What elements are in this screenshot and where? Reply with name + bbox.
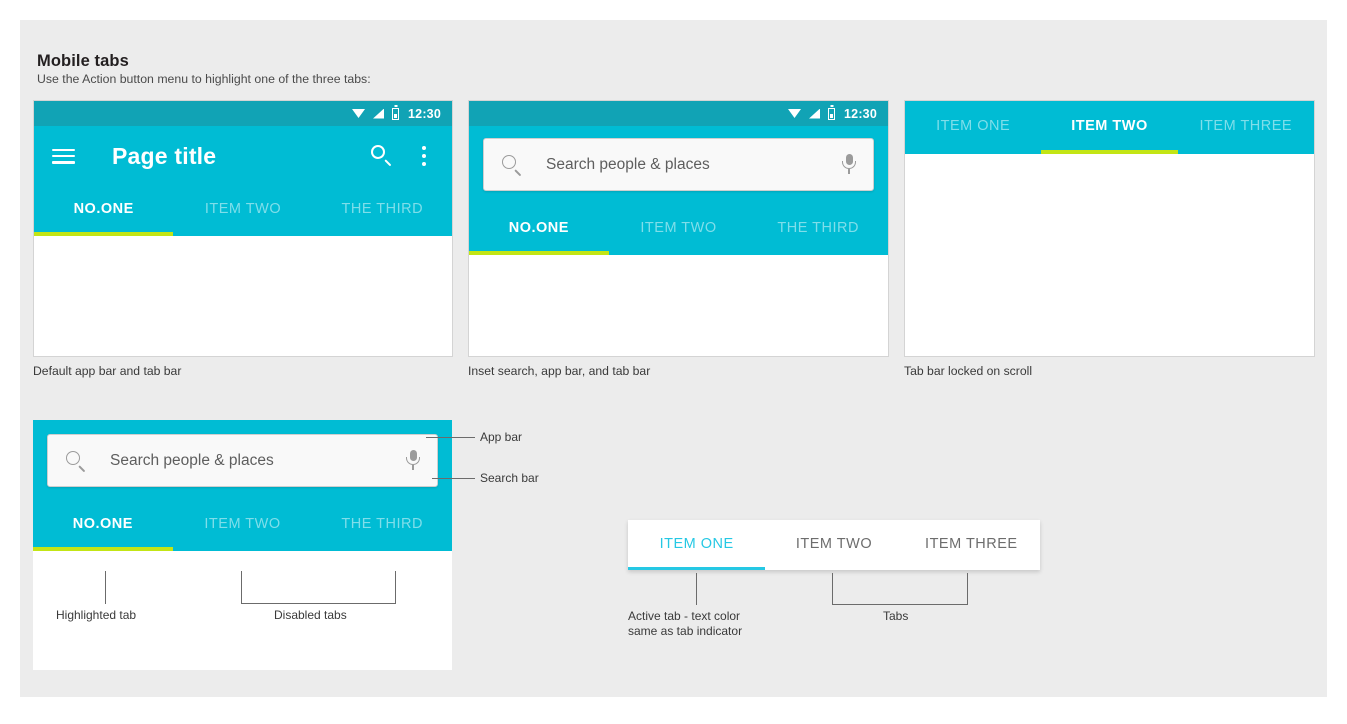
- app-bar-top-space: [33, 420, 452, 430]
- tab-no-one[interactable]: NO.ONE: [34, 186, 173, 232]
- leader-line-search-bar: [432, 478, 475, 479]
- tab-bar: NO.ONE ITEM TWO THE THIRD: [33, 501, 452, 547]
- app-bar: ITEM ONE ITEM TWO ITEM THREE: [905, 101, 1314, 154]
- microphone-icon[interactable]: [841, 153, 857, 176]
- tab-item-two[interactable]: ITEM TWO: [1041, 101, 1177, 150]
- caption-mockup-3: Tab bar locked on scroll: [904, 364, 1033, 378]
- tab-indicator-empty: [1178, 150, 1314, 154]
- app-bar-row: Page title: [34, 126, 452, 186]
- tab-item-one[interactable]: ITEM ONE: [628, 520, 765, 567]
- tab-no-one[interactable]: NO.ONE: [469, 205, 609, 251]
- status-bar-icons: [352, 107, 400, 120]
- callout-active-tab-line1: Active tab - text color: [628, 609, 741, 623]
- tab-indicator-row: [469, 251, 888, 255]
- mockup-default-app-bar: 12:30 Page title NO.ONE ITEM TWO THE THI…: [33, 100, 453, 357]
- tab-the-third[interactable]: THE THIRD: [312, 501, 452, 547]
- tab-item-two[interactable]: ITEM TWO: [609, 205, 749, 251]
- search-bar[interactable]: Search people & places: [483, 138, 874, 191]
- battery-icon: [392, 107, 400, 120]
- microphone-icon[interactable]: [405, 449, 421, 472]
- tab-indicator-empty: [173, 547, 313, 551]
- callout-highlighted-tab: Highlighted tab: [56, 608, 137, 622]
- callout-active-tab: Active tab - text color same as tab indi…: [628, 609, 742, 639]
- tab-indicator-row: [628, 567, 1040, 570]
- app-bar-title: Page title: [112, 142, 217, 169]
- tab-item-two[interactable]: ITEM TWO: [173, 501, 313, 547]
- search-icon[interactable]: [368, 143, 394, 169]
- search-bar-wrapper: Search people & places: [33, 430, 452, 501]
- bracket-tabs: [832, 573, 968, 605]
- tab-indicator-row: [34, 232, 452, 236]
- mockup-inset-search: 12:30 Search people & places NO.ONE ITEM…: [468, 100, 889, 357]
- search-bar-wrapper: Search people & places: [469, 126, 888, 205]
- status-bar-icons: [788, 107, 836, 120]
- tab-bar: ITEM ONE ITEM TWO ITEM THREE: [628, 520, 1040, 567]
- more-vert-icon[interactable]: [414, 144, 434, 168]
- content-panel: Mobile tabs Use the Action button menu t…: [20, 20, 1327, 697]
- tab-the-third[interactable]: THE THIRD: [748, 205, 888, 251]
- tab-indicator-empty: [312, 547, 452, 551]
- tab-indicator-row: [905, 150, 1314, 154]
- tab-indicator-empty: [748, 251, 888, 255]
- callout-tabs: Tabs: [883, 609, 909, 623]
- signal-icon: [809, 108, 821, 119]
- tab-indicator-empty: [903, 567, 1040, 570]
- caption-mockup-1: Default app bar and tab bar: [33, 364, 182, 378]
- tab-indicator-empty: [313, 232, 452, 236]
- tab-indicator-active: [33, 547, 173, 551]
- app-bar: Search people & places NO.ONE ITEM TWO T…: [33, 420, 452, 551]
- mockup-white-tab-bar: ITEM ONE ITEM TWO ITEM THREE: [628, 520, 1040, 570]
- search-bar[interactable]: Search people & places: [47, 434, 438, 487]
- mockup-annotated-app-bar: Search people & places NO.ONE ITEM TWO T…: [33, 420, 452, 670]
- tab-the-third[interactable]: THE THIRD: [313, 186, 452, 232]
- tab-bar: NO.ONE ITEM TWO THE THIRD: [34, 186, 452, 232]
- tab-item-two[interactable]: ITEM TWO: [173, 186, 312, 232]
- callout-app-bar: App bar: [480, 430, 523, 444]
- callout-active-tab-line2: same as tab indicator: [628, 624, 743, 638]
- tab-bar: NO.ONE ITEM TWO THE THIRD: [469, 205, 888, 251]
- tab-indicator-active: [1041, 150, 1178, 154]
- page-title: Mobile tabs: [37, 52, 129, 71]
- page-subtitle: Use the Action button menu to highlight …: [37, 72, 371, 86]
- status-bar: 12:30: [34, 101, 452, 126]
- battery-icon: [828, 107, 836, 120]
- tab-indicator-empty: [609, 251, 749, 255]
- tab-item-three[interactable]: ITEM THREE: [903, 520, 1040, 567]
- tab-indicator-active: [628, 567, 766, 570]
- mockup-tab-bar-locked: ITEM ONE ITEM TWO ITEM THREE: [904, 100, 1315, 357]
- search-input[interactable]: Search people & places: [110, 452, 405, 470]
- leader-line-active-tab: [696, 573, 697, 605]
- tab-indicator-empty: [905, 150, 1041, 154]
- callout-disabled-tabs: Disabled tabs: [274, 608, 347, 622]
- status-bar-time: 12:30: [408, 106, 441, 121]
- search-input[interactable]: Search people & places: [546, 156, 841, 174]
- status-bar-time: 12:30: [844, 106, 877, 121]
- tab-item-three[interactable]: ITEM THREE: [1178, 101, 1314, 150]
- wifi-icon: [352, 109, 366, 118]
- tab-item-two[interactable]: ITEM TWO: [765, 520, 902, 567]
- tab-item-one[interactable]: ITEM ONE: [905, 101, 1041, 150]
- app-bar: Page title NO.ONE ITEM TWO THE THIRD: [34, 126, 452, 236]
- signal-icon: [373, 108, 385, 119]
- search-icon[interactable]: [64, 449, 88, 473]
- tab-indicator-active: [469, 251, 609, 255]
- hamburger-menu-icon[interactable]: [52, 148, 75, 164]
- bracket-disabled-tabs: [241, 571, 396, 604]
- callout-search-bar: Search bar: [480, 471, 539, 485]
- status-bar: 12:30: [469, 101, 888, 126]
- leader-line-app-bar: [426, 437, 475, 438]
- screenshot-root: Mobile tabs Use the Action button menu t…: [0, 0, 1347, 724]
- tab-bar: ITEM ONE ITEM TWO ITEM THREE: [905, 101, 1314, 150]
- tab-indicator-empty: [765, 567, 902, 570]
- tab-indicator-row: [33, 547, 452, 551]
- search-icon[interactable]: [500, 153, 524, 177]
- tab-indicator-active: [34, 232, 174, 236]
- leader-line-highlighted-tab: [105, 571, 106, 604]
- tab-indicator-empty: [173, 232, 312, 236]
- tab-no-one[interactable]: NO.ONE: [33, 501, 173, 547]
- app-bar: Search people & places NO.ONE ITEM TWO T…: [469, 126, 888, 255]
- wifi-icon: [788, 109, 802, 118]
- caption-mockup-2: Inset search, app bar, and tab bar: [468, 364, 651, 378]
